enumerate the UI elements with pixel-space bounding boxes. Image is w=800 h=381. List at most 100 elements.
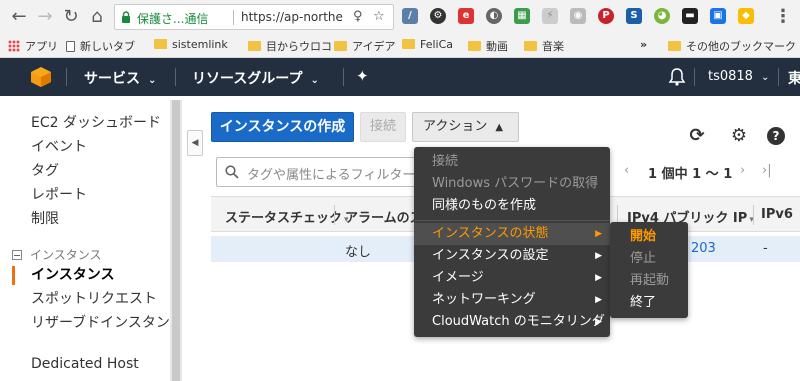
circle-extension-icon[interactable]: ◐: [486, 8, 502, 24]
bookmark-music[interactable]: 音楽: [524, 38, 564, 54]
user-menu[interactable]: ts0818 ⌄: [708, 69, 769, 84]
nav-divider: [66, 68, 67, 86]
cell-ipv6: -: [763, 241, 768, 256]
bell-icon[interactable]: [668, 67, 686, 87]
address-bar[interactable]: 保護さ...通信 https://ap-northe ♀ ☆: [114, 4, 394, 30]
bookmarks-bar: アプリ 新しいタブ sistemlink 目からウロコ アイデア FeliCa …: [0, 34, 800, 58]
submenu-item-stop[interactable]: 停止: [610, 248, 688, 270]
sidebar-item-spot-requests[interactable]: スポットリクエスト: [31, 288, 157, 308]
sidebar-item-limits[interactable]: 制限: [31, 208, 59, 228]
column-ipv6[interactable]: IPv6: [761, 207, 793, 222]
dropper-extension-icon[interactable]: /: [402, 8, 418, 24]
submenu-item-terminate[interactable]: 終了: [610, 292, 688, 314]
column-status-check[interactable]: ステータスチェック ▾: [225, 207, 349, 226]
bookmarks-overflow[interactable]: »: [640, 38, 647, 54]
bolt-extension-icon[interactable]: ⚡: [542, 8, 558, 24]
filter-input[interactable]: タグや属性によるフィルター: [216, 157, 416, 187]
bookmark-apps[interactable]: アプリ: [8, 38, 58, 54]
create-instance-button[interactable]: インスタンスの作成: [211, 112, 354, 142]
pin-icon[interactable]: ✦: [356, 67, 369, 85]
bookmark-felica[interactable]: FeliCa: [402, 38, 453, 54]
android-extension-icon[interactable]: ◕: [654, 8, 670, 24]
url-text[interactable]: https://ap-northe: [241, 10, 343, 24]
tab-extension-icon[interactable]: ▣: [710, 8, 726, 24]
menu-item-get-windows-password[interactable]: Windows パスワードの取得: [414, 173, 610, 195]
menu-item-cloudwatch-monitoring[interactable]: CloudWatch のモニタリング ▶: [414, 311, 610, 333]
bookmark-sistemlink[interactable]: sistemlink: [154, 38, 228, 54]
pagination: ‹ 1 個中 1 ～ 1 › ›|: [612, 157, 787, 187]
chevron-right-icon: ▶: [595, 317, 602, 327]
menu-item-image[interactable]: イメージ ▶: [414, 267, 610, 289]
reload-icon[interactable]: ↻: [60, 6, 82, 28]
search-icon: [225, 165, 239, 179]
s-extension-icon[interactable]: S: [626, 8, 642, 24]
chevron-up-icon: ▲: [495, 122, 504, 133]
bookmark-other[interactable]: その他のブックマーク: [668, 38, 796, 54]
help-icon[interactable]: ?: [767, 127, 785, 145]
rss-extension-icon[interactable]: ◉: [570, 8, 586, 24]
column-alarm-status[interactable]: アラームのス: [345, 207, 423, 226]
menu-divider: [414, 220, 610, 221]
ec2-sidebar: EC2 ダッシュボード イベント タグ レポート 制限 インスタンス インスタン…: [0, 96, 184, 381]
evernote-extension-icon[interactable]: e: [458, 8, 474, 24]
nav-divider: [343, 68, 344, 86]
region-menu[interactable]: 東: [788, 68, 800, 88]
star-icon[interactable]: ☆: [373, 9, 385, 24]
key-icon[interactable]: ♀: [353, 9, 363, 24]
last-page-icon[interactable]: ›|: [762, 163, 772, 178]
chevron-down-icon: ⌄: [310, 75, 319, 86]
column-separator[interactable]: [753, 205, 754, 225]
colorful-extension-icon[interactable]: ◆: [738, 8, 754, 24]
sidebar-scrollbar-thumb[interactable]: [172, 100, 180, 381]
forward-icon[interactable]: →: [34, 6, 56, 28]
gear-icon[interactable]: ⚙: [728, 125, 750, 147]
next-page-icon[interactable]: ›: [740, 163, 745, 178]
menu-item-instance-state[interactable]: インスタンスの状態 ▶: [414, 223, 610, 245]
screen-extension-icon[interactable]: ▬: [682, 8, 698, 24]
actions-button[interactable]: アクション ▲: [412, 112, 519, 142]
aws-top-nav: サービス ⌄ リソースグループ ⌄ ✦ ts0818 ⌄ 東: [0, 58, 800, 96]
home-icon[interactable]: ⌂: [86, 6, 108, 28]
submenu-item-start[interactable]: 開始: [610, 226, 688, 248]
nav-divider: [778, 68, 779, 86]
pagination-text: 1 個中 1 ～ 1: [648, 167, 733, 182]
menu-item-connect[interactable]: 接続: [414, 151, 610, 173]
prev-page-icon[interactable]: ‹: [624, 163, 629, 178]
secure-label: 保護さ...通信: [137, 12, 209, 26]
submenu-item-reboot[interactable]: 再起動: [610, 270, 688, 292]
sidebar-item-dashboard[interactable]: EC2 ダッシュボード: [31, 112, 161, 132]
sidebar-item-dedicated-host[interactable]: Dedicated Host: [31, 356, 139, 372]
collapse-icon: [12, 250, 22, 260]
bookmark-new-tab[interactable]: 新しいタブ: [66, 38, 135, 54]
bookmark-mekarauroko[interactable]: 目からウロコ: [248, 38, 332, 54]
cell-ipv4[interactable]: 203: [691, 241, 716, 256]
lock-icon: [122, 11, 130, 23]
column-separator[interactable]: [334, 205, 335, 225]
sidebar-item-instances[interactable]: インスタンス: [31, 264, 114, 284]
menu-item-instance-settings[interactable]: インスタンスの設定 ▶: [414, 245, 610, 267]
bookmark-video[interactable]: 動画: [468, 38, 508, 54]
sidebar-item-reports[interactable]: レポート: [31, 184, 87, 204]
sidebar-item-events[interactable]: イベント: [31, 136, 87, 156]
sidebar-item-tags[interactable]: タグ: [31, 160, 59, 180]
settings-extension-icon[interactable]: ⚙: [430, 8, 446, 24]
sheet-extension-icon[interactable]: ▦: [514, 8, 530, 24]
menu-icon[interactable]: ⋮: [772, 6, 794, 28]
sidebar-section-instances[interactable]: インスタンス: [12, 246, 102, 263]
resource-groups-menu[interactable]: リソースグループ ⌄: [192, 68, 319, 88]
aws-cube-icon[interactable]: [30, 66, 52, 88]
chevron-down-icon: ⌄: [148, 75, 157, 86]
sidebar-item-reserved-instances[interactable]: リザーブドインスタンス: [31, 312, 184, 332]
menu-item-launch-more-like-this[interactable]: 同様のものを作成: [414, 195, 610, 217]
folder-icon: [468, 41, 481, 51]
menu-item-networking[interactable]: ネットワーキング ▶: [414, 289, 610, 311]
chevron-right-icon: ▶: [595, 251, 602, 261]
pinterest-extension-icon[interactable]: P: [598, 8, 614, 24]
back-icon[interactable]: ←: [8, 6, 30, 28]
apps-grid-icon: [8, 40, 20, 52]
sidebar-collapse-button[interactable]: ◀: [187, 130, 203, 156]
bookmark-idea[interactable]: アイデア: [334, 38, 395, 54]
refresh-icon[interactable]: ⟳: [686, 125, 708, 147]
services-menu[interactable]: サービス ⌄: [84, 68, 156, 88]
connect-button[interactable]: 接続: [360, 112, 406, 142]
